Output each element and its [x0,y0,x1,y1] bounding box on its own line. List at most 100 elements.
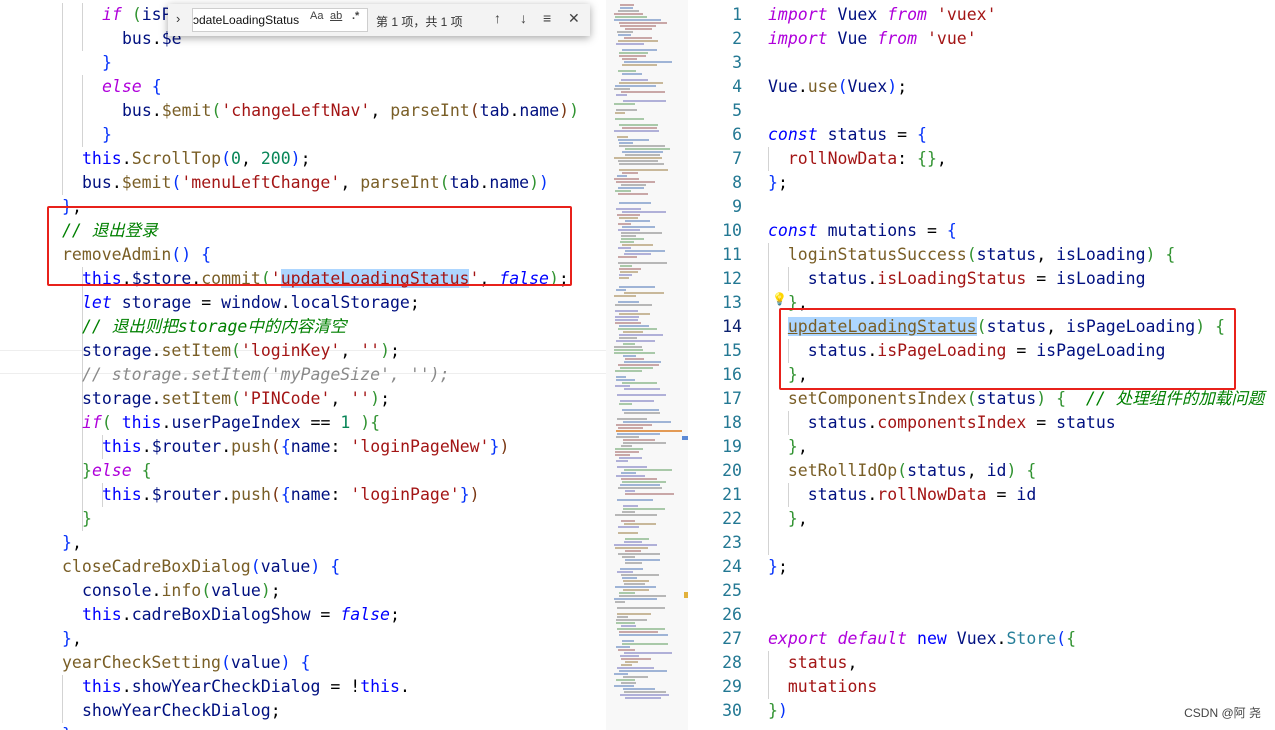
minimap-line [625,154,660,156]
toggle-replace-icon[interactable]: › [176,11,180,26]
minimap-line [614,13,643,15]
line-number: 15 [722,341,742,360]
code-line[interactable]: 24}; [688,555,1275,579]
code-line[interactable]: storage.setItem('loginKey', ''); [82,339,400,363]
find-widget[interactable]: › ɔdateLoadingStatus Aa ab .* 第 1 项，共 1 … [168,4,590,36]
right-editor-pane[interactable]: 1 import Vuex from 'vuex' 2 import Vue from… [688,0,1275,730]
code-line[interactable]: 5 [688,99,1275,123]
code-token: mutations [827,221,918,240]
code-line[interactable]: 6 const status = { [688,123,1275,147]
left-editor-pane[interactable]: if (isP bus.$e} else {bus.$emit('changeLef… [0,0,606,730]
whole-word-icon[interactable]: ab [330,10,342,22]
minimap-line [619,634,668,636]
code-line[interactable]: }, [62,723,82,730]
minimap-line [622,409,659,411]
code-line[interactable]: this.showYearCheckDialog = !this. [82,675,410,699]
code-line[interactable]: 9 [688,195,1275,219]
code-line[interactable]: 18 status.componentsIndex = status [688,411,1275,435]
lightbulb-icon[interactable]: 💡 [772,292,787,307]
code-line[interactable]: storage.setItem('PINCode', ''); [82,387,390,411]
code-line[interactable]: 12 status.isLoadingStatus = isLoading [688,267,1275,291]
code-line[interactable]: if (isP [102,3,172,27]
minimap-line [615,514,657,516]
minimap-line [620,265,632,267]
minimap-line [614,103,635,105]
code-line[interactable]: 4 Vue.use(Vuex); [688,75,1275,99]
code-line[interactable]: showYearCheckDialog; [82,699,281,723]
regex-icon[interactable]: .* [352,10,359,22]
code-token: , [240,149,261,168]
code-line[interactable]: console.info(value); [82,579,281,603]
code-line[interactable]: } [102,123,112,147]
code-line[interactable]: bus.$emit('menuLeftChange', parseInt(tab… [82,171,549,195]
match-case-icon[interactable]: Aa [310,10,323,22]
code-line[interactable]: 10 const mutations = { [688,219,1275,243]
line-number: 20 [722,461,742,480]
code-line[interactable]: 8}; [688,171,1275,195]
minimap-line [619,403,632,405]
code-line[interactable]: 22 }, [688,507,1275,531]
code-line[interactable]: let storage = window.localStorage; [82,291,420,315]
code-token: = ! [320,677,361,696]
minimap-line [617,214,640,216]
minimap-line [621,625,636,627]
code-line[interactable]: } [82,507,92,531]
code-line[interactable]: 1 import Vuex from 'vuex' [688,3,1275,27]
code-line[interactable]: if( this.userPageIndex == 1 ){ [82,411,380,435]
code-token: } [768,557,778,576]
code-line[interactable]: // storage.setItem('myPageSize', ''); [82,363,450,387]
line-number: 14 [722,317,742,336]
code-line[interactable]: bus.$emit('changeLeftNav', parseInt(tab.… [122,99,579,123]
code-line[interactable]: 25 [688,579,1275,603]
code-token: , [330,389,351,408]
code-line[interactable]: }else { [82,459,152,483]
minimap-line [614,88,630,90]
code-line[interactable]: 26 [688,603,1275,627]
minimap-line [619,274,632,276]
code-line[interactable]: 21 status.rollNowData = id [688,483,1275,507]
code-line[interactable]: }, [62,627,82,651]
minimap-line [615,310,638,312]
minimap-line [614,598,657,600]
minimap-line [623,100,666,102]
code-token: } [489,437,500,456]
minimap-line [615,448,643,450]
minimap-line [624,361,661,363]
code-line[interactable]: this.cadreBoxDialogShow = false; [82,603,400,627]
code-line[interactable]: 3 [688,51,1275,75]
minimap-line [619,52,648,54]
code-line[interactable]: 27 export default new Vuex.Store({ [688,627,1275,651]
code-line[interactable]: else { [102,75,162,99]
code-line[interactable]: 2 import Vue from 'vue' [688,27,1275,51]
code-token: {} [917,149,937,168]
code-line[interactable]: 20 setRollIdOp(status, id) { [688,459,1275,483]
close-icon[interactable]: ✕ [568,10,580,27]
code-line[interactable]: // 退出则把storage中的内容清空 [82,315,346,339]
code-line[interactable]: this.$router.push({name: 'loginPageNew'}… [102,435,509,459]
arrow-up-icon[interactable]: ↑ [494,10,501,26]
minimap[interactable] [606,0,688,730]
code-line[interactable]: this.$router.push({name: 'loginPage'}) [102,483,480,507]
code-line[interactable]: 23 [688,531,1275,555]
code-line[interactable]: 17 setComponentsIndex(status) { // 处理组件的… [688,387,1275,411]
code-token: } [62,725,72,730]
code-line[interactable]: yearCheckSetting(value) { [62,651,310,675]
find-in-selection-icon[interactable]: ≡ [543,10,551,26]
arrow-down-icon[interactable]: ↓ [520,10,527,26]
code-line[interactable]: }, [62,531,82,555]
minimap-line [621,682,636,684]
minimap-line [622,556,635,558]
code-line[interactable]: 29 mutations [688,675,1275,699]
code-line[interactable]: 7 rollNowData: {}, [688,147,1275,171]
code-line[interactable]: closeCadreBoxDialog(value) { [62,555,340,579]
code-line[interactable]: this.ScrollTop(0, 200); [82,147,311,171]
minimap-line [617,607,665,609]
code-token: new [917,629,947,648]
code-line[interactable]: 11 loginStatusSuccess(status, isLoading)… [688,243,1275,267]
code-text: }; [768,555,788,579]
code-token: , [797,509,808,528]
code-line[interactable]: 28 status, [688,651,1275,675]
code-line[interactable]: 19 }, [688,435,1275,459]
code-line[interactable]: } [102,51,112,75]
